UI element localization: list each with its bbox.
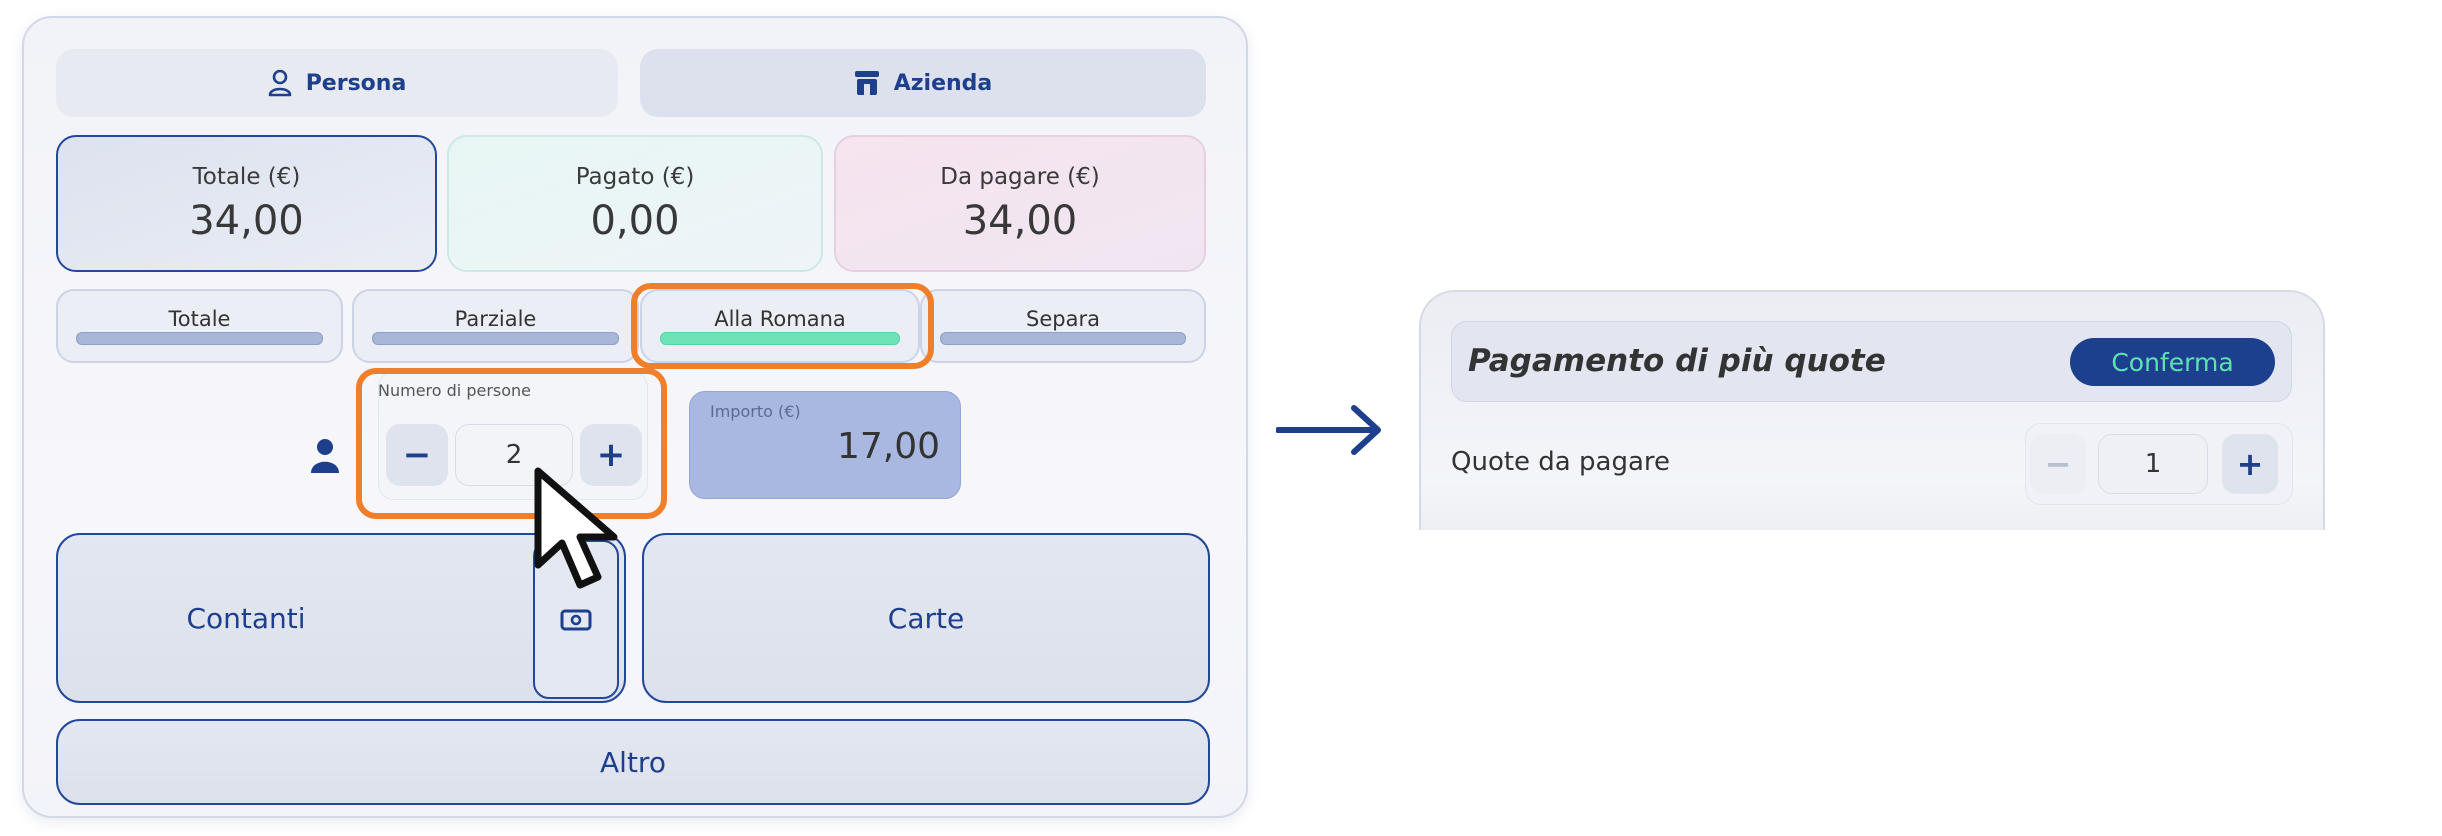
mouse-pointer-icon (534, 467, 618, 589)
cards-button[interactable]: Carte (642, 533, 1210, 703)
amount-label: Importo (€) (710, 402, 801, 421)
tab-indicator (940, 332, 1186, 345)
paid-label: Pagato (€) (575, 163, 695, 190)
total-card: Totale (€) 34,00 (56, 135, 437, 272)
amount-field: Importo (€) 17,00 (689, 391, 961, 499)
confirm-button[interactable]: Conferma (2070, 338, 2275, 386)
paid-card: Pagato (€) 0,00 (447, 135, 823, 272)
shares-decrement-button[interactable]: − (2030, 434, 2086, 494)
shares-count-field[interactable]: 1 (2098, 434, 2208, 494)
tab-highlight (631, 283, 934, 369)
total-value: 34,00 (189, 197, 304, 244)
tab-parziale[interactable]: Parziale (352, 289, 639, 363)
other-button[interactable]: Altro (56, 719, 1210, 805)
cards-label: Carte (887, 601, 965, 635)
cash-label: Contanti (186, 601, 306, 635)
banknote-icon (560, 609, 592, 630)
arrow-right-icon (1276, 405, 1381, 455)
due-label: Da pagare (€) (940, 163, 1100, 190)
tab-parziale-label: Parziale (454, 307, 537, 331)
tab-indicator (372, 332, 619, 345)
customer-type-azienda-button[interactable]: Azienda (640, 49, 1206, 117)
person-icon (311, 439, 339, 473)
due-card: Da pagare (€) 34,00 (834, 135, 1206, 272)
customer-type-persona-button[interactable]: Persona (56, 49, 618, 117)
paid-value: 0,00 (590, 197, 680, 244)
shares-dialog-title: Pagamento di più quote (1468, 343, 1886, 379)
store-icon (854, 71, 879, 95)
tab-totale[interactable]: Totale (56, 289, 343, 363)
tab-separa-label: Separa (1026, 307, 1100, 331)
total-label: Totale (€) (192, 163, 301, 190)
person-icon (268, 69, 291, 97)
amount-value: 17,00 (836, 426, 940, 467)
persona-label: Persona (305, 70, 407, 96)
shares-quantity-label: Quote da pagare (1451, 447, 1670, 477)
due-value: 34,00 (962, 197, 1078, 244)
tab-totale-label: Totale (168, 307, 231, 331)
azienda-label: Azienda (893, 70, 993, 96)
tab-separa[interactable]: Separa (920, 289, 1206, 363)
other-label: Altro (600, 745, 666, 779)
tab-indicator (76, 332, 323, 345)
shares-increment-button[interactable]: + (2222, 434, 2278, 494)
